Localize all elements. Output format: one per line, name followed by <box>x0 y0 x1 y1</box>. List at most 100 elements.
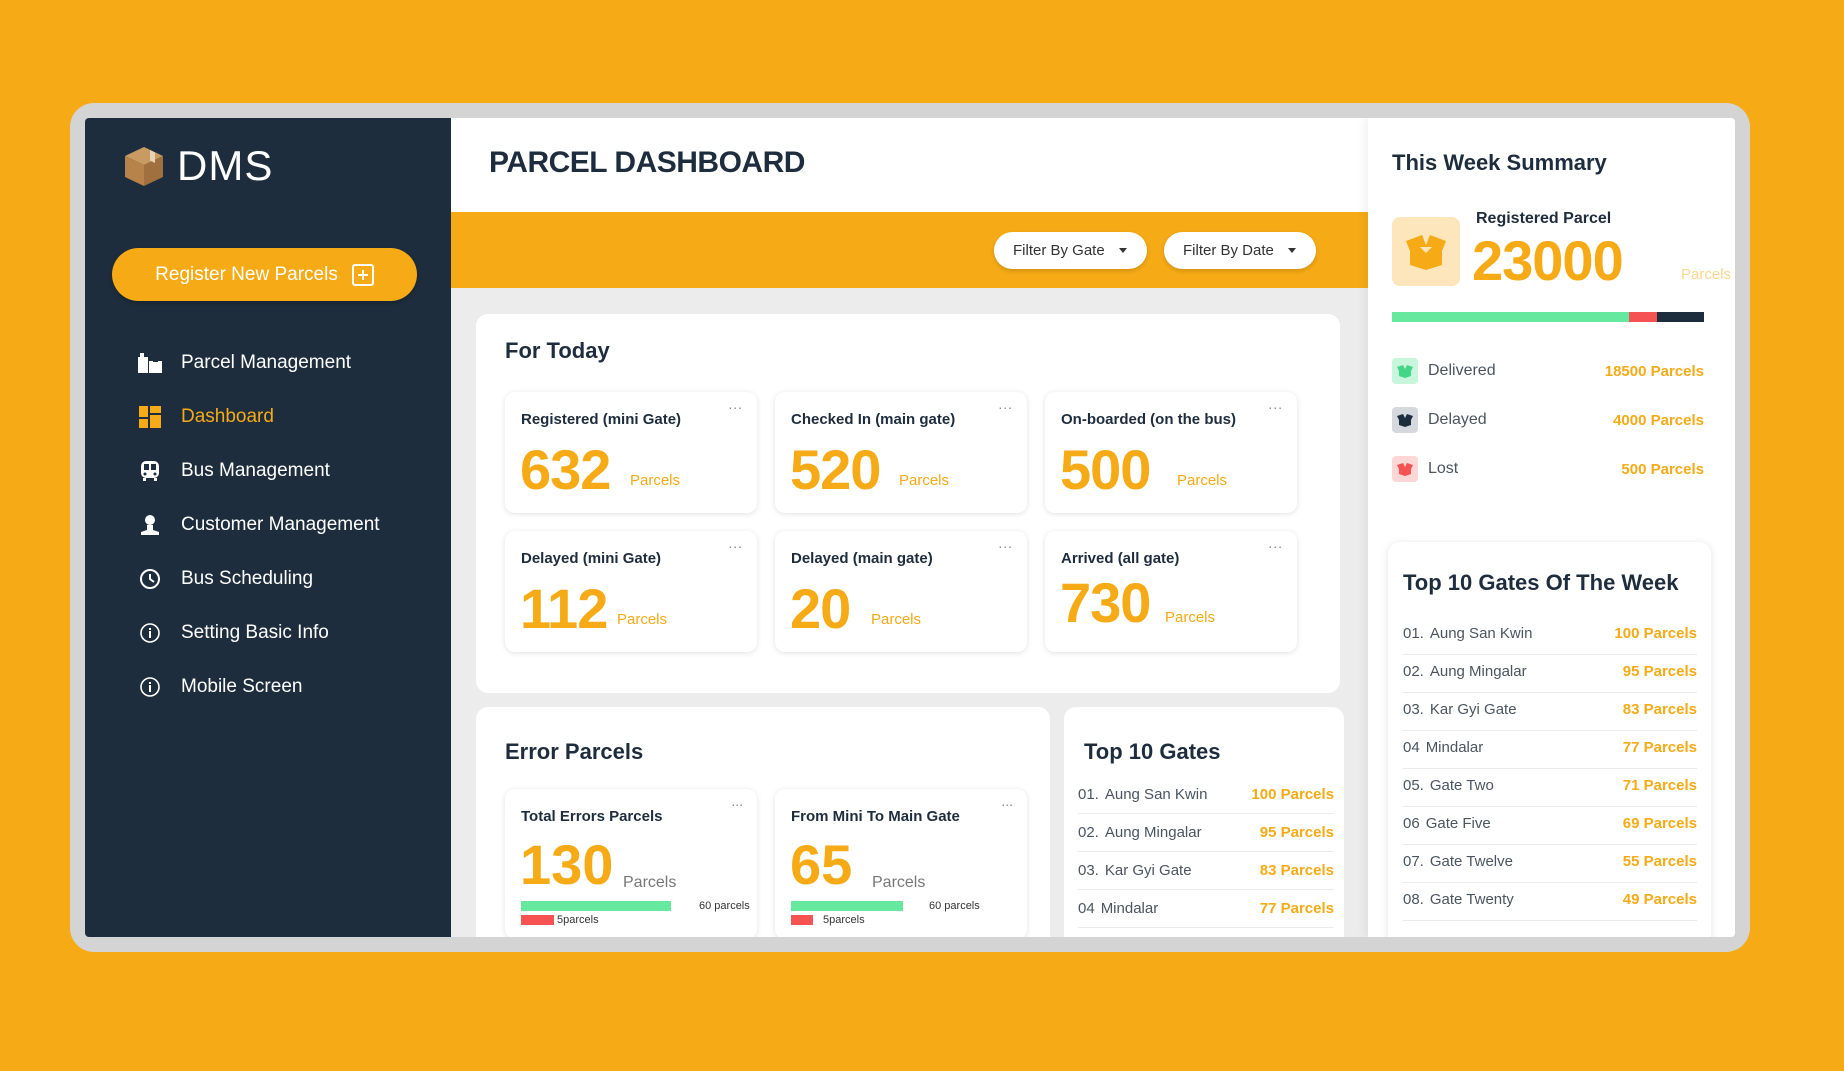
registered-parcel-unit: Parcels <box>1681 266 1732 283</box>
gate-row[interactable]: 02. Aung Mingalar 95 Parcels <box>1403 651 1697 693</box>
sidebar-item-bus-scheduling[interactable]: Bus Scheduling <box>137 552 380 606</box>
sidebar-item-dashboard[interactable]: Dashboard <box>137 390 380 444</box>
gate-label: Aung Mingalar <box>1104 824 1202 841</box>
user-icon <box>137 512 163 538</box>
gate-rank: 01. <box>1078 786 1099 803</box>
error-card-total: Total Errors Parcels ... 130 Parcels 60 … <box>505 789 757 937</box>
register-new-parcels-button[interactable]: Register New Parcels <box>112 248 417 301</box>
more-options-icon[interactable]: ... <box>731 793 743 809</box>
gate-value: 83 Parcels <box>1259 862 1334 879</box>
gate-row[interactable]: 08. Gate Twenty 49 Parcels <box>1403 879 1697 921</box>
more-options-icon[interactable]: ... <box>728 396 743 412</box>
stat-label: Total Errors Parcels <box>521 808 663 825</box>
page-header: PARCEL DASHBOARD <box>451 118 1368 212</box>
red-bar-label: 5parcels <box>557 914 599 926</box>
gate-rank: 08. <box>1403 891 1424 908</box>
gate-label: Gate Five <box>1425 815 1491 832</box>
app-name: DMS <box>177 142 274 189</box>
week-item-lost: Lost 500 Parcels <box>1392 454 1704 484</box>
gate-label: Gate Two <box>1429 777 1494 794</box>
gate-row[interactable]: 06 Gate Five 69 Parcels <box>1403 803 1697 845</box>
gate-rank: 02. <box>1403 663 1424 680</box>
week-item-label: Delayed <box>1428 411 1487 428</box>
gate-name: 05. Gate Two <box>1403 777 1494 794</box>
more-options-icon[interactable]: ... <box>998 396 1013 412</box>
more-options-icon[interactable]: ... <box>1268 535 1283 551</box>
register-button-label: Register New Parcels <box>155 263 338 285</box>
more-options-icon[interactable]: ... <box>998 535 1013 551</box>
gate-label: Kar Gyi Gate <box>1104 862 1192 879</box>
gate-row[interactable]: 04 Mindalar 77 Parcels <box>1078 890 1334 928</box>
sidebar-item-customer-management[interactable]: Customer Management <box>137 498 380 552</box>
gate-name: 07. Gate Twelve <box>1403 853 1513 870</box>
filter-by-date-dropdown[interactable]: Filter By Date <box>1164 232 1316 269</box>
sidebar-item-label: Dashboard <box>181 406 274 427</box>
green-bar-label: 60 parcels <box>929 900 980 912</box>
stat-card-arrived-all-gate: Arrived (all gate) ... 730 Parcels <box>1045 531 1297 652</box>
sidebar-item-label: Setting Basic Info <box>181 622 329 643</box>
more-options-icon[interactable]: ... <box>728 535 743 551</box>
gate-rank: 07. <box>1403 853 1424 870</box>
gate-row[interactable]: 01. Aung San Kwin 100 Parcels <box>1078 776 1334 814</box>
gate-row[interactable]: 07. Gate Twelve 55 Parcels <box>1403 841 1697 883</box>
stat-label: From Mini To Main Gate <box>791 808 960 825</box>
stat-unit: Parcels <box>1177 472 1228 489</box>
gate-name: 04 Mindalar <box>1078 900 1158 917</box>
filter-label: Filter By Date <box>1183 242 1274 259</box>
gate-name: 04 Mindalar <box>1403 739 1483 756</box>
gate-rank: 02. <box>1078 824 1099 841</box>
lost-box-icon <box>1392 456 1418 482</box>
sidebar-item-label: Parcel Management <box>181 352 352 373</box>
gate-name: 03. Kar Gyi Gate <box>1078 862 1192 879</box>
gate-label: Mindalar <box>1100 900 1159 917</box>
stat-value: 130 <box>520 833 614 896</box>
filter-by-gate-dropdown[interactable]: Filter By Gate <box>994 232 1147 269</box>
gate-value: 95 Parcels <box>1259 824 1334 841</box>
gate-label: Aung San Kwin <box>1104 786 1208 803</box>
gate-row[interactable]: 02. Aung Mingalar 95 Parcels <box>1078 814 1334 852</box>
gate-name: 06 Gate Five <box>1403 815 1491 832</box>
sidebar-item-bus-management[interactable]: Bus Management <box>137 444 380 498</box>
dashboard-icon <box>137 404 163 430</box>
info-icon <box>137 674 163 700</box>
gate-name: 02. Aung Mingalar <box>1403 663 1527 680</box>
bar-segment-delayed <box>1657 312 1704 322</box>
gate-value: 49 Parcels <box>1622 891 1697 908</box>
section-title: Top 10 Gates Of The Week <box>1403 570 1679 595</box>
open-box-icon <box>1392 217 1460 286</box>
page-title: PARCEL DASHBOARD <box>489 146 805 179</box>
gate-row[interactable]: 01. Aung San Kwin 100 Parcels <box>1403 613 1697 655</box>
sidebar-item-label: Customer Management <box>181 514 380 535</box>
green-bar-label: 60 parcels <box>699 900 750 912</box>
gate-row[interactable]: 05. Gate Two 71 Parcels <box>1403 765 1697 807</box>
gate-row[interactable]: 04 Mindalar 77 Parcels <box>1403 727 1697 769</box>
sidebar-item-setting-basic-info[interactable]: Setting Basic Info <box>137 606 380 660</box>
gate-row[interactable]: 03. Kar Gyi Gate 83 Parcels <box>1403 689 1697 731</box>
more-options-icon[interactable]: ... <box>1001 793 1013 809</box>
week-item-value: 500 Parcels <box>1621 460 1704 478</box>
bar-segment-delivered <box>1392 312 1630 322</box>
gate-row[interactable]: 03. Kar Gyi Gate 83 Parcels <box>1078 852 1334 890</box>
week-item-delivered: Delivered 18500 Parcels <box>1392 356 1704 386</box>
main-content: PARCEL DASHBOARD Filter By Gate Filter B… <box>451 118 1368 937</box>
sidebar: DMS Register New Parcels Parcel Manageme… <box>85 118 451 937</box>
week-status-bar <box>1392 312 1704 322</box>
top-gates-week-card: Top 10 Gates Of The Week 01. Aung San Kwi… <box>1388 542 1711 937</box>
filter-bar: Filter By Gate Filter By Date <box>451 212 1368 288</box>
gate-value: 55 Parcels <box>1622 853 1697 870</box>
gate-value: 95 Parcels <box>1622 663 1697 680</box>
more-options-icon[interactable]: ... <box>1268 396 1283 412</box>
red-bar-label: 5parcels <box>823 914 865 926</box>
section-title: This Week Summary <box>1392 150 1607 175</box>
top-gates-panel: Top 10 Gates 01. Aung San Kwin 100 Parcels… <box>1064 707 1344 937</box>
stat-unit: Parcels <box>1165 609 1216 626</box>
stat-value: 112 <box>520 577 608 640</box>
parcels-icon <box>137 350 163 376</box>
sidebar-item-mobile-screen[interactable]: Mobile Screen <box>137 660 380 714</box>
stat-value: 20 <box>790 577 851 640</box>
sidebar-item-parcel-management[interactable]: Parcel Management <box>137 336 380 390</box>
logo[interactable]: DMS <box>121 142 273 190</box>
sidebar-item-label: Bus Scheduling <box>181 568 314 589</box>
gate-rank: 04 <box>1078 900 1095 917</box>
section-title: Error Parcels <box>505 739 644 764</box>
